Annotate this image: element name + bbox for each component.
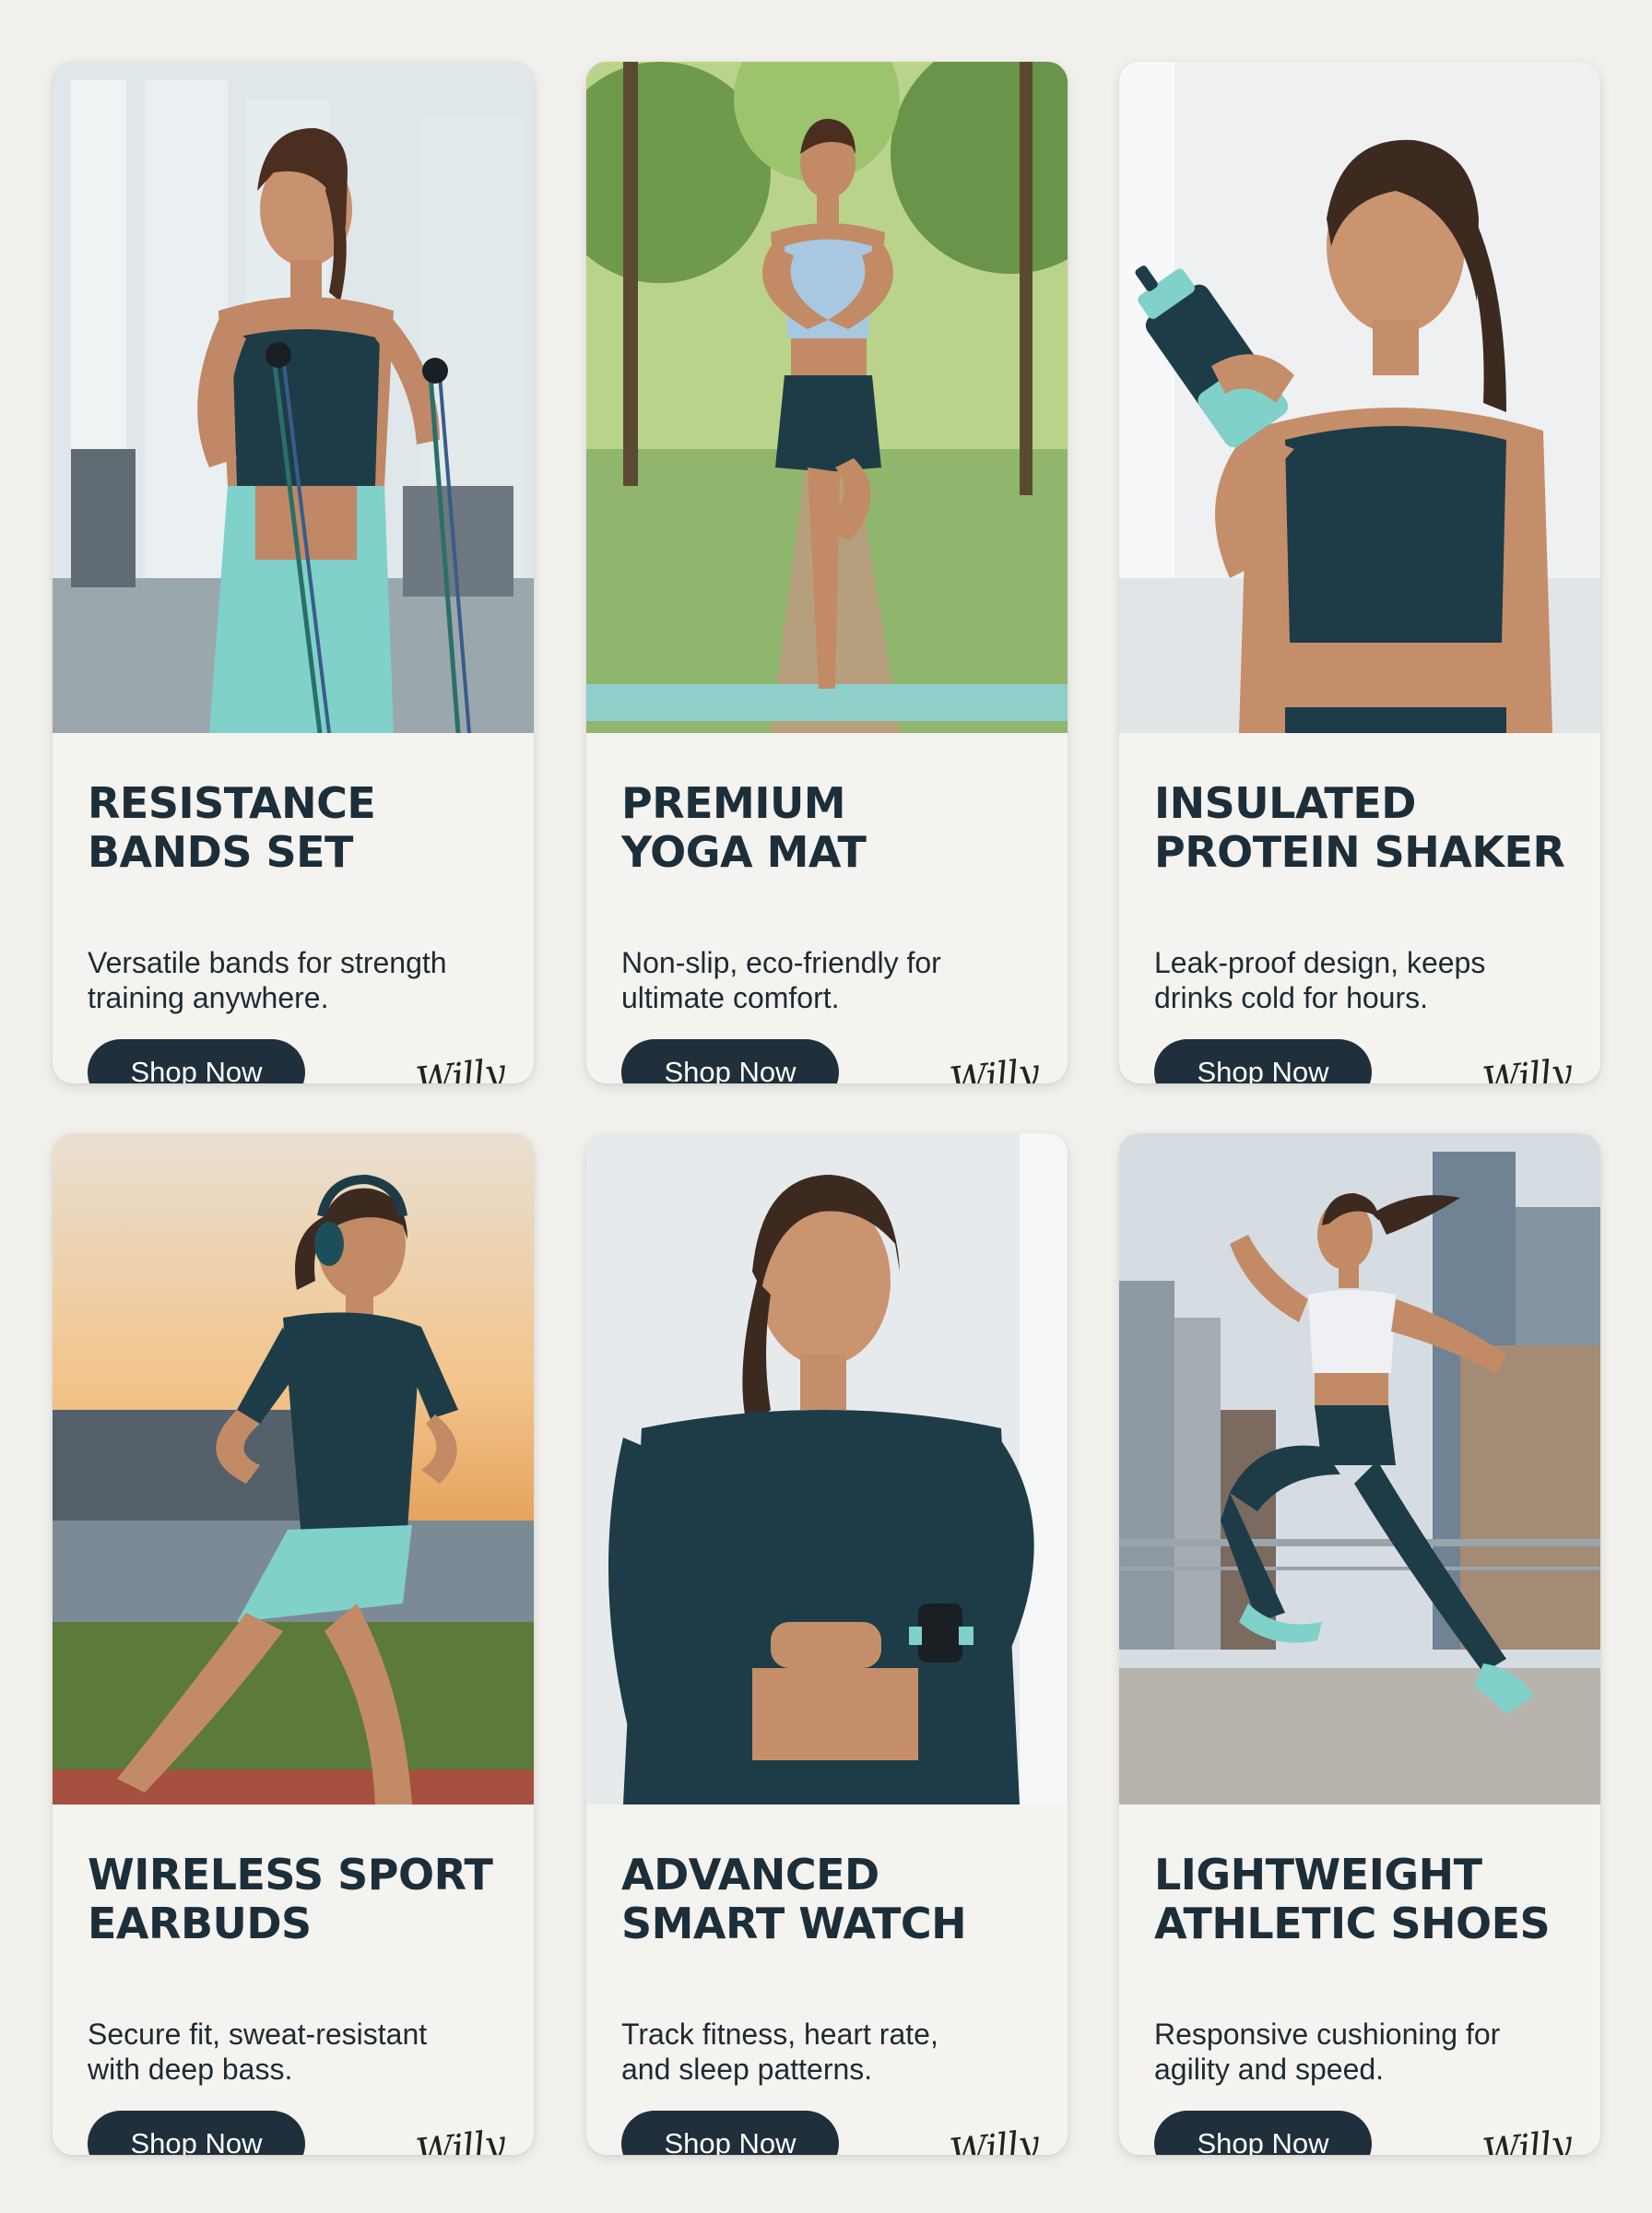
product-description: Track fitness, heart rate, and sleep pat…: [621, 2018, 938, 2086]
product-description: Secure fit, sweat-resistant with deep ba…: [88, 2018, 428, 2086]
product-title: ADVANCED SMART WATCH: [621, 1850, 967, 1948]
product-card-protein-shaker: INSULATED PROTEIN SHAKER Leak-proof desi…: [1119, 62, 1600, 1083]
brand-signature: Willy: [413, 2123, 507, 2155]
brand-signature: Willy: [1480, 1051, 1574, 1083]
product-photo-resistance-bands: [53, 62, 534, 733]
shop-now-button[interactable]: Shop Now: [1154, 2111, 1372, 2155]
product-photo-protein-shaker: [1119, 62, 1600, 733]
shop-now-button[interactable]: Shop Now: [1154, 1039, 1372, 1083]
product-title: INSULATED PROTEIN SHAKER: [1154, 778, 1565, 877]
card-info: LIGHTWEIGHT ATHLETIC SHOES Responsive cu…: [1119, 1805, 1600, 2155]
product-description: Non-slip, eco-friendly for ultimate comf…: [621, 946, 941, 1014]
product-description: Versatile bands for strength training an…: [88, 946, 447, 1014]
product-card-resistance-bands: RESISTANCE BANDS SET Versatile bands for…: [53, 62, 534, 1083]
brand-signature: Willy: [947, 2123, 1041, 2155]
shop-now-button[interactable]: Shop Now: [88, 1039, 305, 1083]
product-photo-wireless-earbuds: [53, 1133, 534, 1805]
card-info: RESISTANCE BANDS SET Versatile bands for…: [53, 733, 534, 1083]
brand-signature: Willy: [947, 1051, 1041, 1083]
brand-signature: Willy: [413, 1051, 507, 1083]
shop-now-button[interactable]: Shop Now: [621, 1039, 839, 1083]
product-photo-yoga-mat: [586, 62, 1068, 733]
brand-signature: Willy: [1480, 2123, 1574, 2155]
product-title: LIGHTWEIGHT ATHLETIC SHOES: [1154, 1850, 1551, 1948]
card-info: ADVANCED SMART WATCH Track fitness, hear…: [586, 1805, 1068, 2155]
product-title: RESISTANCE BANDS SET: [88, 778, 376, 877]
product-description: Responsive cushioning for agility and sp…: [1154, 2018, 1501, 2086]
shop-now-button[interactable]: Shop Now: [88, 2111, 305, 2155]
product-description: Leak-proof design, keeps drinks cold for…: [1154, 946, 1486, 1014]
product-photo-athletic-shoes: [1119, 1133, 1600, 1805]
product-title: WIRELESS SPORT EARBUDS: [88, 1850, 493, 1948]
product-card-smart-watch: ADVANCED SMART WATCH Track fitness, hear…: [586, 1133, 1068, 2155]
product-card-yoga-mat: PREMIUM YOGA MAT Non-slip, eco-friendly …: [586, 62, 1068, 1083]
product-photo-smart-watch: [586, 1133, 1068, 1805]
product-title: PREMIUM YOGA MAT: [621, 778, 867, 877]
shop-now-button[interactable]: Shop Now: [621, 2111, 839, 2155]
card-info: PREMIUM YOGA MAT Non-slip, eco-friendly …: [586, 733, 1068, 1083]
card-info: INSULATED PROTEIN SHAKER Leak-proof desi…: [1119, 733, 1600, 1083]
card-info: WIRELESS SPORT EARBUDS Secure fit, sweat…: [53, 1805, 534, 2155]
product-card-wireless-earbuds: WIRELESS SPORT EARBUDS Secure fit, sweat…: [53, 1133, 534, 2155]
product-card-athletic-shoes: LIGHTWEIGHT ATHLETIC SHOES Responsive cu…: [1119, 1133, 1600, 2155]
